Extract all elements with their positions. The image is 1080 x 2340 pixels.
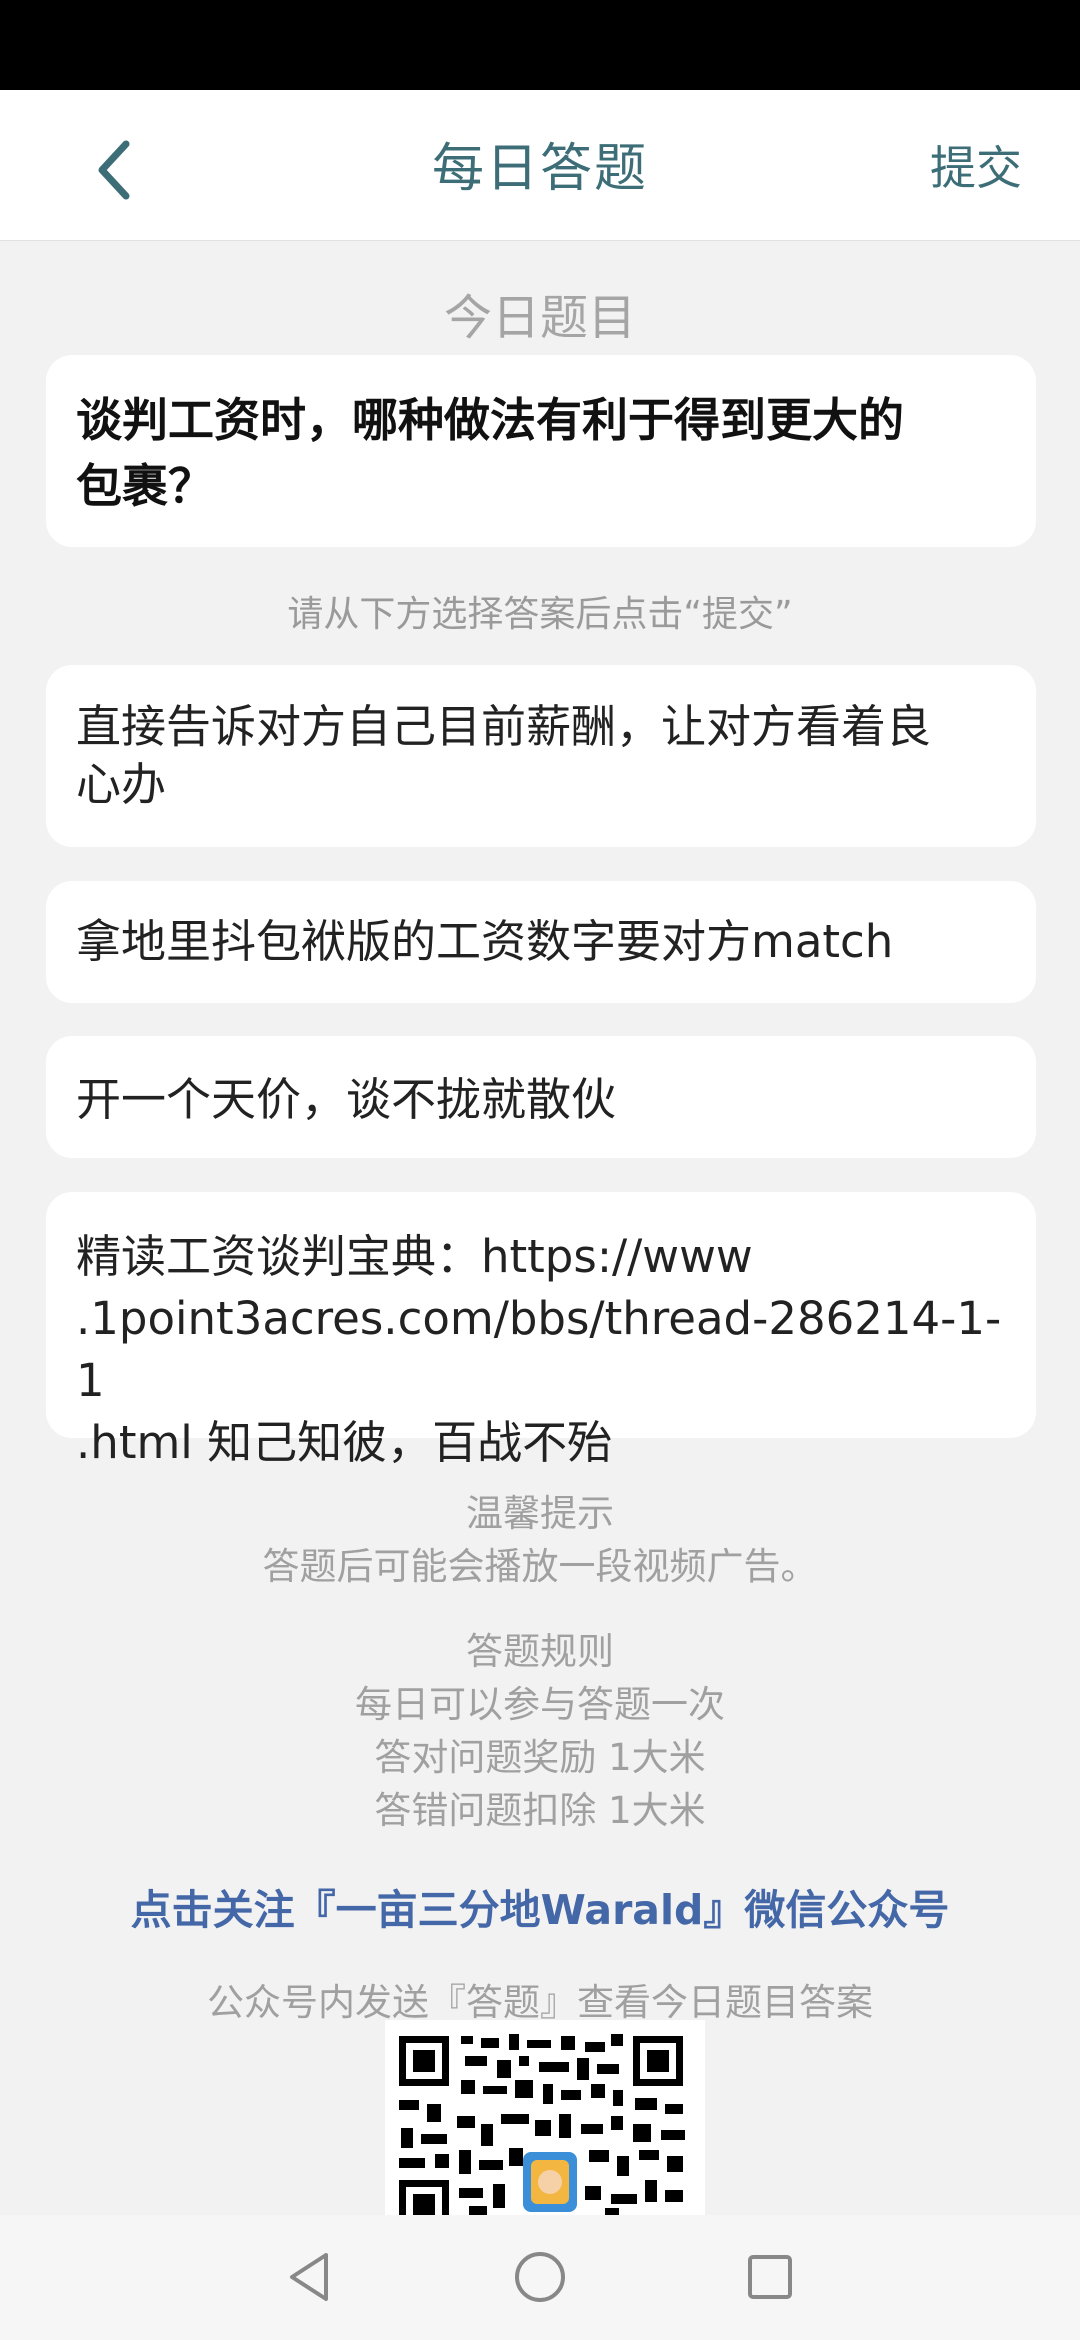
square-recents-icon [748,2255,792,2299]
app-header: 每日答题 提交 [0,90,1080,241]
question-card: 谈判工资时，哪种做法有利于得到更大的 包裹？ [46,355,1036,547]
answer-option-3[interactable]: 开一个天价，谈不拢就散伙 [46,1036,1036,1158]
question-line: 包裹？ [76,459,214,513]
circle-home-icon [515,2252,565,2302]
option-line: 心办 [76,758,167,811]
question-line: 谈判工资时，哪种做法有利于得到更大的 [76,393,904,447]
answer-option-1[interactable]: 直接告诉对方自己目前薪酬，让对方看着良 心办 [46,665,1036,847]
option-line: 开一个天价，谈不拢就散伙 [76,1073,617,1126]
rules-section: 答题规则 每日可以参与答题一次 答对问题奖励 1大米 答错问题扣除 1大米 [0,1625,1080,1837]
system-navigation-bar [0,2215,1080,2340]
answer-option-2[interactable]: 拿地里抖包袱版的工资数字要对方match [46,881,1036,1003]
option-line: 精读工资谈判宝典：https://www [76,1230,753,1283]
answer-instruction: 请从下方选择答案后点击“提交” [287,594,793,635]
option-line: .html 知己知彼，百战不殆 [76,1416,613,1469]
rules-title: 答题规则 [466,1630,614,1673]
nav-recents-button[interactable] [738,2245,802,2309]
page-title: 每日答题 [431,139,648,199]
answer-option-4[interactable]: 精读工资谈判宝典：https://www .1point3acres.com/b… [46,1192,1036,1469]
submit-button[interactable]: 提交 [930,132,1022,198]
today-question-label: 今日题目 [443,290,636,346]
tips-text: 答题后可能会播放一段视频广告。 [262,1545,818,1588]
rule-line: 每日可以参与答题一次 [355,1683,725,1726]
qr-code-image [385,2020,705,2220]
nav-back-button[interactable] [278,2245,342,2309]
tips-title: 温馨提示 [466,1492,614,1535]
nav-home-button[interactable] [508,2245,572,2309]
option-line: .1point3acres.com/bbs/thread-286214-1-1 [76,1292,1002,1407]
rule-line: 答对问题奖励 1大米 [374,1736,706,1779]
question-text: 谈判工资时，哪种做法有利于得到更大的 包裹？ [76,387,1006,519]
status-bar [0,0,1080,90]
tips-section: 温馨提示 答题后可能会播放一段视频广告。 [0,1487,1080,1593]
option-line: 拿地里抖包袱版的工资数字要对方match [76,915,894,968]
wechat-instruction: 公众号内发送『答题』查看今日题目答案 [207,1981,873,2024]
follow-wechat-link[interactable]: 点击关注『一亩三分地Warald』微信公众号 [0,1876,1080,1936]
qr-code [385,2020,705,2220]
rule-line: 答错问题扣除 1大米 [374,1789,706,1832]
triangle-back-icon [290,2253,328,2301]
option-line: 直接告诉对方自己目前薪酬，让对方看着良 [76,700,932,753]
